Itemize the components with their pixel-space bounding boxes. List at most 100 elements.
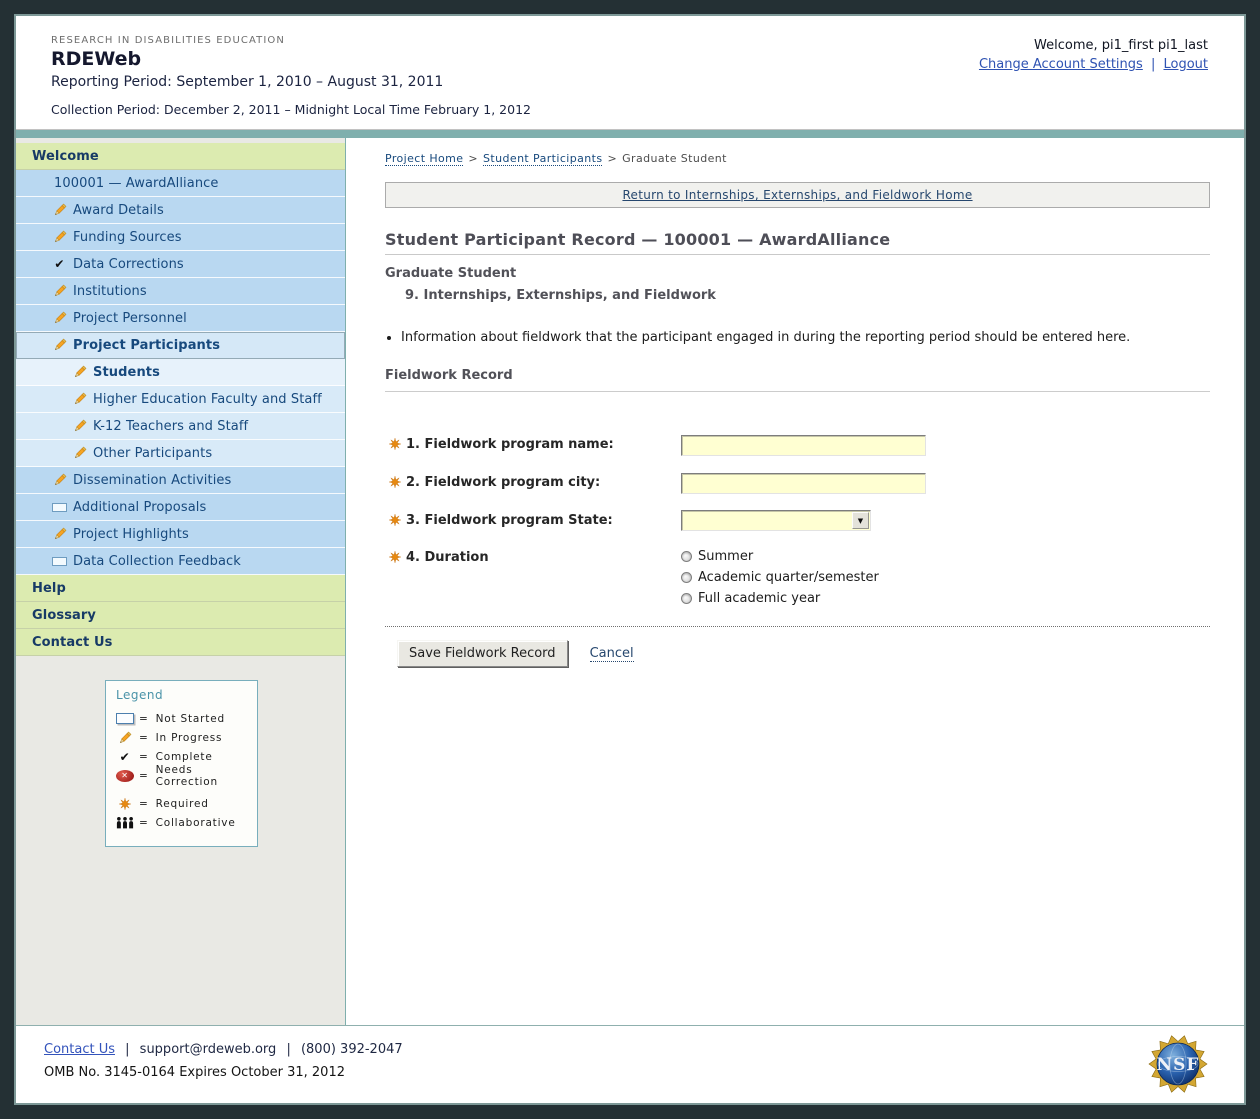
form-section-title: Fieldwork Record [385, 368, 1210, 392]
legend-item-in-progress: =In Progress [116, 728, 251, 747]
main-content: Project Home>Student Participants>Gradua… [346, 138, 1244, 1025]
required-icon [389, 514, 401, 526]
footer-separator: | [125, 1042, 129, 1057]
footer-email: support@rdeweb.org [140, 1042, 277, 1057]
check-icon: ✔ [52, 257, 67, 271]
sidebar-item-label: Project Personnel [73, 311, 187, 326]
legend: Legend =Not Started=In Progress✔=Complet… [105, 680, 258, 847]
legend-item-collaborative: =Collaborative [116, 813, 251, 832]
page-title: Student Participant Record — 100001 — Aw… [385, 230, 1210, 255]
duration-radio-academic-quarter-semester[interactable]: Academic quarter/semester [681, 570, 879, 585]
sidebar-item-project-highlights[interactable]: Project Highlights [16, 521, 345, 548]
sidebar-item-label: Award Details [73, 203, 164, 218]
legend-label: Complete [156, 751, 213, 763]
footer-contact-link[interactable]: Contact Us [44, 1042, 115, 1057]
sidebar-item-label: Data Collection Feedback [73, 554, 241, 569]
sidebar-item-welcome[interactable]: Welcome [16, 143, 345, 170]
legend-title: Legend [116, 688, 251, 702]
radio-label: Summer [698, 549, 753, 564]
pencil-icon [116, 731, 134, 745]
sidebar-item-dissemination-activities[interactable]: Dissemination Activities [16, 467, 345, 494]
sidebar-item-label: Glossary [32, 608, 96, 623]
header-user-area: Welcome, pi1_first pi1_last Change Accou… [979, 38, 1208, 72]
2-fieldwork-program-city-input[interactable] [681, 473, 926, 494]
svg-text:NSF: NSF [1157, 1055, 1200, 1075]
cancel-link[interactable]: Cancel [590, 646, 634, 662]
required-icon [389, 551, 401, 563]
field-label: 3. Fieldwork program State: [385, 510, 681, 531]
legend-equals: = [139, 817, 149, 829]
sidebar-item-label: Help [32, 581, 66, 596]
breadcrumb-link-student-participants[interactable]: Student Participants [483, 152, 602, 166]
header: RESEARCH IN DISABILITIES EDUCATION RDEWe… [16, 16, 1244, 129]
3-fieldwork-program-state-select[interactable]: ▼ [681, 510, 871, 531]
sidebar-item-label: Students [93, 365, 160, 380]
logout-link[interactable]: Logout [1163, 57, 1208, 72]
sidebar-item-label: K-12 Teachers and Staff [93, 419, 248, 434]
sidebar-item-label: Institutions [73, 284, 147, 299]
header-divider [16, 129, 1244, 138]
links-separator: | [1151, 57, 1155, 72]
sidebar-item-additional-proposals[interactable]: Additional Proposals [16, 494, 345, 521]
required-icon [116, 798, 134, 810]
sidebar-item-label: 100001 — AwardAlliance [54, 176, 219, 191]
change-account-settings-link[interactable]: Change Account Settings [979, 57, 1143, 72]
field-label-text: 3. Fieldwork program State: [406, 513, 613, 528]
layout: Welcome 100001 — AwardAlliance Award Detai… [16, 138, 1244, 1025]
sidebar-item-100001-awardalliance[interactable]: 100001 — AwardAlliance [16, 170, 345, 197]
pencil-icon [52, 230, 67, 244]
sidebar-item-data-collection-feedback[interactable]: Data Collection Feedback [16, 548, 345, 575]
radio-button-icon[interactable] [681, 551, 692, 562]
legend-equals: = [139, 713, 149, 725]
sidebar-nav: Welcome 100001 — AwardAlliance Award Detai… [16, 143, 345, 656]
sidebar-item-project-personnel[interactable]: Project Personnel [16, 305, 345, 332]
radio-button-icon[interactable] [681, 593, 692, 604]
duration-radio-full-academic-year[interactable]: Full academic year [681, 591, 879, 606]
form-actions: Save Fieldwork Record Cancel [397, 640, 1210, 697]
pencil-icon [52, 284, 67, 298]
sidebar-item-k-12-teachers-and-staff[interactable]: K-12 Teachers and Staff [16, 413, 345, 440]
sidebar-item-higher-education-faculty-and-staff[interactable]: Higher Education Faculty and Staff [16, 386, 345, 413]
sidebar-item-contact-us[interactable]: Contact Us [16, 629, 345, 656]
sidebar-item-label: Dissemination Activities [73, 473, 231, 488]
required-icon [389, 438, 401, 450]
sidebar-item-other-participants[interactable]: Other Participants [16, 440, 345, 467]
save-fieldwork-record-button[interactable]: Save Fieldwork Record [397, 640, 568, 667]
sidebar-item-data-corrections[interactable]: ✔Data Corrections [16, 251, 345, 278]
select-value [682, 511, 851, 530]
field-control [681, 434, 926, 456]
1-fieldwork-program-name-input[interactable] [681, 435, 926, 456]
legend-label: Needs Correction [156, 764, 251, 788]
duration-radio-summer[interactable]: Summer [681, 549, 879, 564]
required-icon [389, 476, 401, 488]
sidebar-item-help[interactable]: Help [16, 575, 345, 602]
field-control: ▼ [681, 510, 871, 531]
dropdown-arrow-icon[interactable]: ▼ [852, 512, 869, 529]
footer-separator: | [286, 1042, 290, 1057]
sidebar-item-institutions[interactable]: Institutions [16, 278, 345, 305]
field-label-text: 2. Fieldwork program city: [406, 475, 600, 490]
legend-equals: = [139, 770, 149, 782]
check-icon: ✔ [116, 750, 134, 764]
sidebar-item-funding-sources[interactable]: Funding Sources [16, 224, 345, 251]
field-control [681, 472, 926, 494]
sidebar-item-students[interactable]: Students [16, 359, 345, 386]
radio-button-icon[interactable] [681, 572, 692, 583]
sidebar-item-label: Higher Education Faculty and Staff [93, 392, 322, 407]
breadcrumb-link-project-home[interactable]: Project Home [385, 152, 463, 166]
record-type-heading: Graduate Student [385, 266, 1210, 281]
sidebar-item-project-participants[interactable]: Project Participants [16, 332, 345, 359]
return-home-link[interactable]: Return to Internships, Externships, and … [622, 188, 972, 202]
sidebar-item-label: Funding Sources [73, 230, 182, 245]
form-row-3-fieldwork-program-state: 3. Fieldwork program State: ▼ [385, 510, 1210, 531]
field-control: Summer Academic quarter/semester Full acad… [681, 547, 879, 606]
square-icon [116, 713, 134, 724]
legend-equals: = [139, 751, 149, 763]
sidebar-item-award-details[interactable]: Award Details [16, 197, 345, 224]
square-icon [52, 503, 67, 512]
sidebar-item-glossary[interactable]: Glossary [16, 602, 345, 629]
info-bullet: Information about fieldwork that the par… [401, 330, 1210, 345]
footer: Contact Us | support@rdeweb.org | (800) … [16, 1025, 1244, 1103]
section-heading: 9. Internships, Externships, and Fieldwo… [405, 288, 1210, 303]
pencil-icon [52, 527, 67, 541]
